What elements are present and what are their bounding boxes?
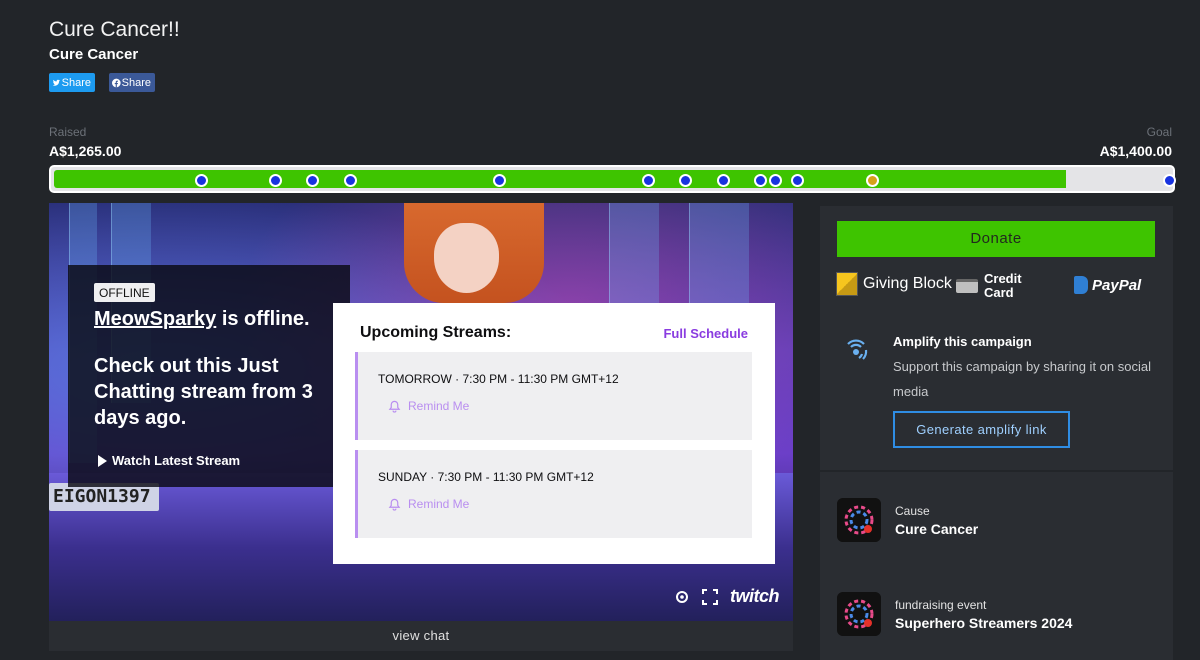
milestone-marker[interactable] <box>642 174 655 187</box>
amplify-description: Support this campaign by sharing it on s… <box>893 359 1151 399</box>
fundraising-progress-bar <box>49 165 1176 193</box>
schedule-hours: 7:30 PM - 11:30 PM GMT+12 <box>437 470 594 484</box>
fundraising-event-card[interactable]: fundraising event Superhero Streamers 20… <box>820 566 1173 660</box>
twitch-logo[interactable]: twitch <box>730 586 780 607</box>
share-twitter-label: Share <box>61 76 91 89</box>
paypal-option[interactable]: PayPal <box>1074 276 1141 294</box>
campaign-cause-name: Cure Cancer <box>49 46 139 63</box>
full-schedule-link[interactable]: Full Schedule <box>663 326 748 341</box>
channel-link[interactable]: MeowSparky <box>94 308 216 330</box>
giving-block-cube-icon <box>836 272 858 296</box>
cure-cancer-logo-icon <box>837 498 881 542</box>
paypal-icon <box>1074 276 1088 294</box>
milestone-marker[interactable] <box>493 174 506 187</box>
milestone-marker[interactable] <box>679 174 692 187</box>
fullscreen-icon[interactable] <box>702 588 718 605</box>
credit-card-icon <box>956 279 978 293</box>
milestone-marker[interactable] <box>195 174 208 187</box>
giving-block-option[interactable]: Giving Block <box>836 272 952 296</box>
donate-button[interactable]: Donate <box>837 221 1155 257</box>
twitter-icon <box>52 79 61 86</box>
offline-suffix: is offline. <box>216 308 310 330</box>
schedule-slot: TOMORROW · 7:30 PM - 11:30 PM GMT+12 Rem… <box>355 352 752 440</box>
milestone-marker[interactable] <box>769 174 782 187</box>
raised-amount: A$1,265.00 <box>49 143 122 159</box>
page-title: Cure Cancer!! <box>49 18 180 41</box>
bell-icon <box>388 498 401 511</box>
share-facebook-button[interactable]: Share <box>109 73 155 92</box>
goal-label: Goal <box>1146 125 1172 139</box>
schedule-time: SUNDAY · 7:30 PM - 11:30 PM GMT+12 <box>378 470 594 484</box>
milestone-marker[interactable] <box>717 174 730 187</box>
share-twitter-button[interactable]: Share <box>49 73 95 92</box>
view-chat-button[interactable]: view chat <box>49 621 793 651</box>
watch-latest-label: Watch Latest Stream <box>112 453 241 468</box>
license-plate: EIGON1397 <box>49 483 159 511</box>
offline-status: MeowSparky is offline. <box>94 308 310 331</box>
event-label: fundraising event <box>895 598 987 612</box>
milestone-marker[interactable] <box>791 174 804 187</box>
offline-badge: OFFLINE <box>94 283 155 302</box>
schedule-day: SUNDAY <box>378 470 427 484</box>
event-value: Superhero Streamers 2024 <box>895 615 1073 631</box>
donation-panel: Donate Giving Block Credit Card PayPal A… <box>820 206 1173 470</box>
upcoming-streams-title: Upcoming Streams: <box>360 324 512 341</box>
schedule-day: TOMORROW <box>378 372 452 386</box>
event-logo-icon <box>837 592 881 636</box>
remind-me-button[interactable]: Remind Me <box>388 497 469 511</box>
schedule-slot: SUNDAY · 7:30 PM - 11:30 PM GMT+12 Remin… <box>355 450 752 538</box>
share-facebook-label: Share <box>121 76 151 89</box>
generate-amplify-link-button[interactable]: Generate amplify link <box>893 411 1070 448</box>
credit-card-option[interactable]: Credit Card <box>956 272 1028 300</box>
giving-block-label: Giving Block <box>863 275 952 292</box>
cause-value: Cure Cancer <box>895 521 979 537</box>
character-face <box>434 223 499 293</box>
cause-card[interactable]: Cause Cure Cancer <box>820 472 1173 567</box>
bell-icon <box>388 400 401 413</box>
watch-latest-stream-button[interactable]: Watch Latest Stream <box>98 453 240 468</box>
milestone-marker[interactable] <box>344 174 357 187</box>
player-controls: twitch <box>674 586 780 607</box>
paypal-label: PayPal <box>1092 276 1142 294</box>
payment-methods: Giving Block Credit Card PayPal <box>836 272 1166 302</box>
remind-me-label: Remind Me <box>408 497 470 511</box>
schedule-hours: 7:30 PM - 11:30 PM GMT+12 <box>462 372 619 386</box>
offline-message: Check out this Just Chatting stream from… <box>94 355 313 429</box>
milestone-marker[interactable] <box>754 174 767 187</box>
upcoming-streams-panel: Upcoming Streams: Full Schedule TOMORROW… <box>333 303 775 564</box>
milestone-marker[interactable] <box>1163 174 1176 187</box>
cause-label: Cause <box>895 504 930 518</box>
amplify-title: Amplify this campaign <box>893 334 1032 349</box>
milestone-marker[interactable] <box>866 174 879 187</box>
milestone-marker[interactable] <box>269 174 282 187</box>
settings-gear-icon[interactable] <box>674 589 690 605</box>
credit-card-label: Credit Card <box>984 271 1022 300</box>
remind-me-label: Remind Me <box>408 399 470 413</box>
facebook-icon <box>112 78 121 87</box>
goal-amount: A$1,400.00 <box>1099 143 1172 159</box>
remind-me-button[interactable]: Remind Me <box>388 399 469 413</box>
twitch-embed[interactable]: EIGON1397 OFFLINE MeowSparky is offline.… <box>49 203 793 621</box>
raised-label: Raised <box>49 125 87 139</box>
milestone-marker[interactable] <box>306 174 319 187</box>
broadcast-icon <box>847 339 868 360</box>
play-icon <box>98 454 107 467</box>
schedule-time: TOMORROW · 7:30 PM - 11:30 PM GMT+12 <box>378 372 619 386</box>
